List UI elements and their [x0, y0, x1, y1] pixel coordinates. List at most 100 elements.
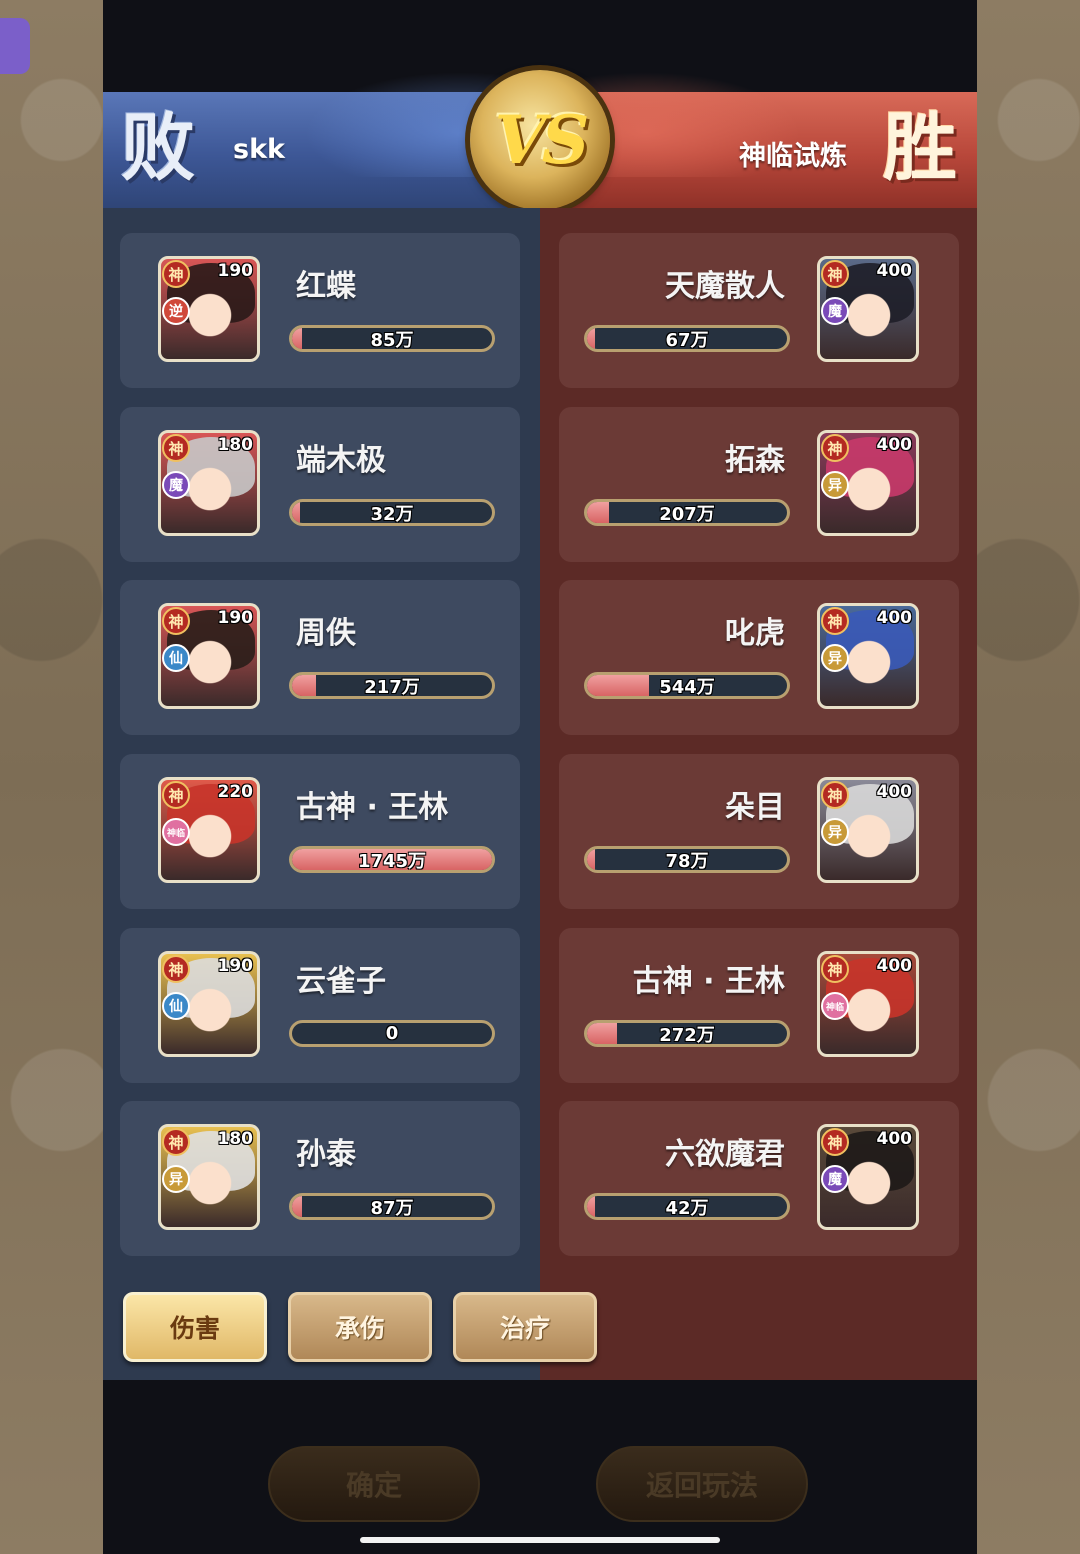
- damage-value: 1745万: [357, 850, 427, 872]
- victory-label: 胜: [883, 105, 957, 191]
- hero-level: 180: [217, 1129, 254, 1149]
- hero-name: 朵目: [725, 790, 785, 825]
- vs-text: VS: [494, 101, 590, 179]
- battle-header: 败 skk 神临试炼 胜 VS: [103, 67, 977, 210]
- home-indicator[interactable]: [360, 1537, 720, 1543]
- hero-name: 叱虎: [725, 616, 785, 651]
- damage-bar: 0: [289, 1020, 495, 1047]
- damage-bar: 272万: [584, 1020, 790, 1047]
- damage-value: 42万: [665, 1197, 709, 1219]
- faction-badge: 逆: [162, 297, 190, 325]
- hero-portrait[interactable]: 神异 400: [817, 430, 919, 536]
- app-shortcut-icon[interactable]: [0, 18, 30, 74]
- faction-badge: 神临: [162, 818, 190, 846]
- left-hero-card[interactable]: 神仙 190 周佚 217万: [120, 580, 520, 735]
- hero-level: 190: [217, 608, 254, 628]
- damage-bar: 544万: [584, 672, 790, 699]
- damage-value: 67万: [665, 329, 709, 351]
- left-decor-border: [0, 0, 103, 1554]
- hero-portrait[interactable]: 神仙 190: [158, 603, 260, 709]
- damage-value: 32万: [370, 503, 414, 525]
- damage-value: 207万: [659, 503, 715, 525]
- tab-healing[interactable]: 治疗: [453, 1292, 597, 1362]
- right-team-name: 神临试炼: [739, 141, 847, 172]
- left-hero-card[interactable]: 神逆 190 红蝶 85万: [120, 233, 520, 388]
- hero-name: 孙泰: [296, 1137, 356, 1172]
- right-hero-card[interactable]: 神魔 400 天魔散人 67万: [559, 233, 959, 388]
- hero-portrait[interactable]: 神异 400: [817, 777, 919, 883]
- hero-portrait[interactable]: 神异 400: [817, 603, 919, 709]
- right-hero-card[interactable]: 神魔 400 六欲魔君 42万: [559, 1101, 959, 1256]
- god-rank-badge: 神: [162, 607, 190, 635]
- hero-name: 云雀子: [296, 964, 386, 999]
- hero-name: 拓森: [725, 443, 785, 478]
- left-team-name: skk: [233, 134, 285, 165]
- left-hero-card[interactable]: 神神临 220 古神 · 王林 1745万: [120, 754, 520, 909]
- faction-badge: 魔: [821, 297, 849, 325]
- faction-badge: 神临: [821, 992, 849, 1020]
- god-rank-badge: 神: [162, 1128, 190, 1156]
- god-rank-badge: 神: [821, 607, 849, 635]
- hero-name: 古神 · 王林: [296, 790, 449, 825]
- hero-portrait[interactable]: 神仙 190: [158, 951, 260, 1057]
- god-rank-badge: 神: [821, 1128, 849, 1156]
- damage-value: 544万: [659, 676, 715, 698]
- left-hero-card[interactable]: 神异 180 孙泰 87万: [120, 1101, 520, 1256]
- god-rank-badge: 神: [162, 260, 190, 288]
- hero-level: 400: [876, 956, 913, 976]
- hero-portrait[interactable]: 神魔 180: [158, 430, 260, 536]
- hero-name: 天魔散人: [665, 269, 785, 304]
- faction-badge: 魔: [162, 471, 190, 499]
- god-rank-badge: 神: [162, 781, 190, 809]
- faction-badge: 异: [821, 644, 849, 672]
- hero-portrait[interactable]: 神逆 190: [158, 256, 260, 362]
- hero-portrait[interactable]: 神神临 220: [158, 777, 260, 883]
- god-rank-badge: 神: [821, 955, 849, 983]
- return-button[interactable]: 返回玩法: [596, 1446, 808, 1522]
- hero-level: 190: [217, 261, 254, 281]
- right-hero-card[interactable]: 神神临 400 古神 · 王林 272万: [559, 928, 959, 1083]
- hero-name: 端木极: [296, 443, 386, 478]
- damage-bar: 85万: [289, 325, 495, 352]
- tab-damage-taken[interactable]: 承伤: [288, 1292, 432, 1362]
- damage-bar: 87万: [289, 1193, 495, 1220]
- right-hero-card[interactable]: 神异 400 朵目 78万: [559, 754, 959, 909]
- hero-level: 400: [876, 1129, 913, 1149]
- right-hero-card[interactable]: 神异 400 拓森 207万: [559, 407, 959, 562]
- left-hero-card[interactable]: 神仙 190 云雀子 0: [120, 928, 520, 1083]
- hero-name: 周佚: [296, 616, 356, 651]
- hero-name: 六欲魔君: [665, 1137, 785, 1172]
- faction-badge: 异: [821, 818, 849, 846]
- hero-level: 400: [876, 608, 913, 628]
- faction-badge: 魔: [821, 1165, 849, 1193]
- god-rank-badge: 神: [821, 434, 849, 462]
- damage-bar: 42万: [584, 1193, 790, 1220]
- hero-portrait[interactable]: 神魔 400: [817, 256, 919, 362]
- hero-name: 古神 · 王林: [632, 964, 785, 999]
- damage-value: 217万: [364, 676, 420, 698]
- damage-bar: 78万: [584, 846, 790, 873]
- confirm-button[interactable]: 确定: [268, 1446, 480, 1522]
- damage-value: 0: [385, 1023, 399, 1044]
- hero-level: 400: [876, 435, 913, 455]
- damage-bar: 217万: [289, 672, 495, 699]
- damage-value: 85万: [370, 329, 414, 351]
- faction-badge: 仙: [162, 992, 190, 1020]
- left-hero-card[interactable]: 神魔 180 端木极 32万: [120, 407, 520, 562]
- faction-badge: 仙: [162, 644, 190, 672]
- hero-level: 400: [876, 261, 913, 281]
- damage-bar: 1745万: [289, 846, 495, 873]
- damage-value: 272万: [659, 1024, 715, 1046]
- hero-portrait[interactable]: 神异 180: [158, 1124, 260, 1230]
- hero-portrait[interactable]: 神魔 400: [817, 1124, 919, 1230]
- defeat-label: 败: [121, 105, 195, 191]
- god-rank-badge: 神: [821, 781, 849, 809]
- right-hero-card[interactable]: 神异 400 叱虎 544万: [559, 580, 959, 735]
- god-rank-badge: 神: [162, 434, 190, 462]
- tab-damage[interactable]: 伤害: [123, 1292, 267, 1362]
- god-rank-badge: 神: [162, 955, 190, 983]
- damage-value: 87万: [370, 1197, 414, 1219]
- hero-portrait[interactable]: 神神临 400: [817, 951, 919, 1057]
- hero-level: 180: [217, 435, 254, 455]
- damage-bar: 207万: [584, 499, 790, 526]
